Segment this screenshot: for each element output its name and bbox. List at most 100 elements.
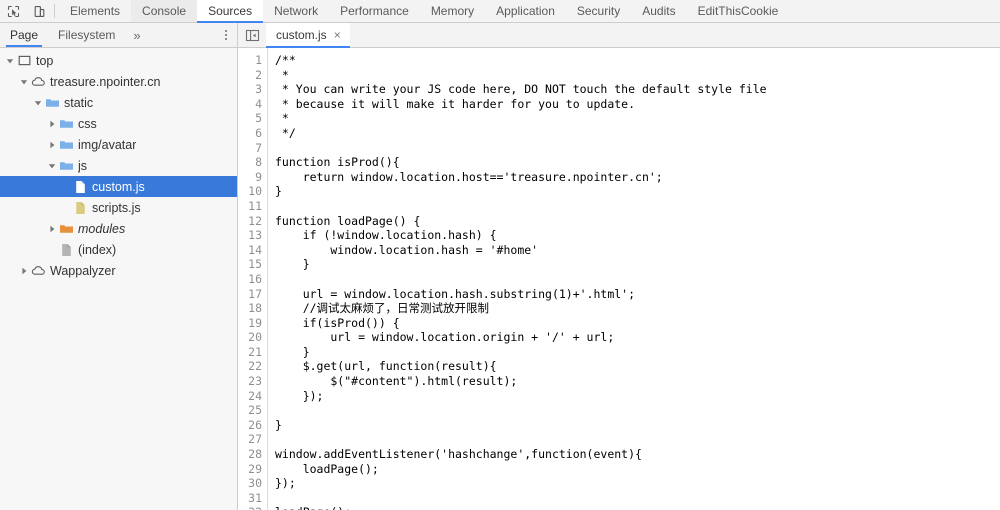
- line-number[interactable]: 2: [238, 68, 267, 83]
- file-tree[interactable]: top treasure.npointer.cn static css img/avat…: [0, 48, 237, 510]
- code-line[interactable]: [275, 491, 1000, 506]
- code-line[interactable]: window.addEventListener('hashchange',fun…: [275, 447, 1000, 462]
- disclosure-open-icon[interactable]: [46, 162, 58, 170]
- tree-item-static[interactable]: static: [0, 92, 237, 113]
- navigator-tab-page[interactable]: Page: [0, 23, 48, 47]
- tree-item-modules[interactable]: modules: [0, 218, 237, 239]
- code-line[interactable]: url = window.location.hash.substring(1)+…: [275, 287, 1000, 302]
- code-line[interactable]: }: [275, 184, 1000, 199]
- code-line[interactable]: function isProd(){: [275, 155, 1000, 170]
- code-line[interactable]: * You can write your JS code here, DO NO…: [275, 82, 1000, 97]
- code-line[interactable]: $("#content").html(result);: [275, 374, 1000, 389]
- code-line[interactable]: [275, 432, 1000, 447]
- line-number[interactable]: 18: [238, 301, 267, 316]
- code-line[interactable]: }: [275, 345, 1000, 360]
- line-number[interactable]: 3: [238, 82, 267, 97]
- code-line[interactable]: loadPage();: [275, 505, 1000, 510]
- tab-elements[interactable]: Elements: [59, 0, 131, 22]
- code-line[interactable]: function loadPage() {: [275, 214, 1000, 229]
- disclosure-open-icon[interactable]: [4, 57, 16, 65]
- code-line[interactable]: $.get(url, function(result){: [275, 359, 1000, 374]
- device-toolbar-icon[interactable]: [26, 0, 52, 22]
- tab-network[interactable]: Network: [263, 0, 329, 22]
- code-line[interactable]: if(isProd()) {: [275, 316, 1000, 331]
- code-line[interactable]: if (!window.location.hash) {: [275, 228, 1000, 243]
- collapse-sidebar-icon[interactable]: [238, 29, 266, 42]
- line-number[interactable]: 26: [238, 418, 267, 433]
- line-number[interactable]: 9: [238, 170, 267, 185]
- tab-sources[interactable]: Sources: [197, 0, 264, 23]
- disclosure-closed-icon[interactable]: [46, 120, 58, 128]
- code-line[interactable]: *: [275, 111, 1000, 126]
- tab-application[interactable]: Application: [485, 0, 566, 22]
- source-code[interactable]: /** * * You can write your JS code here,…: [268, 48, 1000, 510]
- line-number[interactable]: 8: [238, 155, 267, 170]
- disclosure-open-icon[interactable]: [18, 78, 30, 86]
- line-number[interactable]: 1: [238, 53, 267, 68]
- code-line[interactable]: }: [275, 257, 1000, 272]
- code-line[interactable]: * because it will make it harder for you…: [275, 97, 1000, 112]
- code-line[interactable]: window.location.hash = '#home': [275, 243, 1000, 258]
- line-number[interactable]: 14: [238, 243, 267, 258]
- tab-editthiscookie[interactable]: EditThisCookie: [687, 0, 790, 22]
- line-number[interactable]: 27: [238, 432, 267, 447]
- tab-performance[interactable]: Performance: [329, 0, 420, 22]
- tree-item-css[interactable]: css: [0, 113, 237, 134]
- line-number[interactable]: 23: [238, 374, 267, 389]
- tree-item-custom-js[interactable]: custom.js: [0, 176, 237, 197]
- line-number[interactable]: 12: [238, 214, 267, 229]
- line-number[interactable]: 13: [238, 228, 267, 243]
- line-number[interactable]: 5: [238, 111, 267, 126]
- code-line[interactable]: //调试太麻烦了，日常测试放开限制: [275, 301, 1000, 316]
- tree-item-img-avatar[interactable]: img/avatar: [0, 134, 237, 155]
- line-number[interactable]: 32: [238, 505, 267, 510]
- close-icon[interactable]: ×: [334, 29, 341, 41]
- tab-security[interactable]: Security: [566, 0, 631, 22]
- tree-item-index[interactable]: (index): [0, 239, 237, 260]
- line-number[interactable]: 22: [238, 359, 267, 374]
- line-number[interactable]: 6: [238, 126, 267, 141]
- line-number[interactable]: 20: [238, 330, 267, 345]
- line-number[interactable]: 11: [238, 199, 267, 214]
- code-viewer[interactable]: 1 2 3 4 5 6 7 8 9 10 11 12 13 14 15 16 17 18 19 20 21 22 23 24 2…: [238, 48, 1000, 510]
- line-number[interactable]: 19: [238, 316, 267, 331]
- tree-item-treasure-npointer-cn[interactable]: treasure.npointer.cn: [0, 71, 237, 92]
- disclosure-closed-icon[interactable]: [18, 267, 30, 275]
- code-line[interactable]: */: [275, 126, 1000, 141]
- code-line[interactable]: [275, 403, 1000, 418]
- line-number[interactable]: 7: [238, 141, 267, 156]
- tree-item-wappalyzer[interactable]: Wappalyzer: [0, 260, 237, 281]
- tab-memory[interactable]: Memory: [420, 0, 485, 22]
- disclosure-closed-icon[interactable]: [46, 141, 58, 149]
- line-number[interactable]: 24: [238, 389, 267, 404]
- line-number[interactable]: 29: [238, 462, 267, 477]
- tree-item-scripts-js[interactable]: scripts.js: [0, 197, 237, 218]
- tab-console[interactable]: Console: [131, 0, 198, 22]
- code-line[interactable]: *: [275, 68, 1000, 83]
- line-number[interactable]: 30: [238, 476, 267, 491]
- inspect-element-icon[interactable]: [0, 0, 26, 22]
- navigator-overflow-button[interactable]: »: [125, 28, 148, 43]
- code-line[interactable]: });: [275, 476, 1000, 491]
- line-number[interactable]: 28: [238, 447, 267, 462]
- tab-audits[interactable]: Audits: [631, 0, 686, 22]
- file-tab-custom-js[interactable]: custom.js ×: [266, 23, 350, 48]
- code-line[interactable]: });: [275, 389, 1000, 404]
- line-number[interactable]: 4: [238, 97, 267, 112]
- line-number[interactable]: 15: [238, 257, 267, 272]
- line-number[interactable]: 16: [238, 272, 267, 287]
- navigator-tab-filesystem[interactable]: Filesystem: [48, 23, 125, 47]
- code-line[interactable]: return window.location.host=='treasure.n…: [275, 170, 1000, 185]
- code-line[interactable]: url = window.location.origin + '/' + url…: [275, 330, 1000, 345]
- code-line[interactable]: [275, 199, 1000, 214]
- code-line[interactable]: loadPage();: [275, 462, 1000, 477]
- code-line[interactable]: /**: [275, 53, 1000, 68]
- line-number[interactable]: 25: [238, 403, 267, 418]
- line-number[interactable]: 17: [238, 287, 267, 302]
- more-options-icon[interactable]: [215, 23, 237, 47]
- line-number[interactable]: 21: [238, 345, 267, 360]
- disclosure-open-icon[interactable]: [32, 99, 44, 107]
- disclosure-closed-icon[interactable]: [46, 225, 58, 233]
- code-line[interactable]: }: [275, 418, 1000, 433]
- code-line[interactable]: [275, 141, 1000, 156]
